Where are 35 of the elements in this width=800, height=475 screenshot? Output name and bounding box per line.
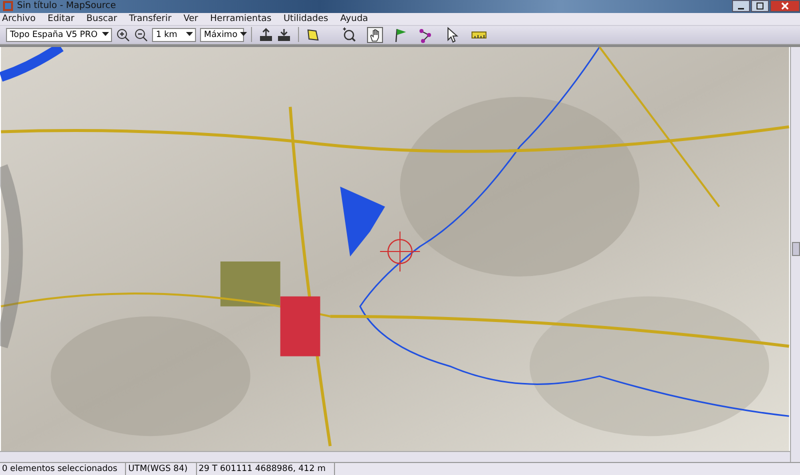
menu-item[interactable]: Buscar <box>86 14 118 24</box>
menu-item[interactable]: Ver <box>183 14 198 24</box>
scale-dropdown[interactable]: 1 km <box>152 28 196 42</box>
close-icon <box>781 2 789 10</box>
menu-item[interactable]: Transferir <box>129 14 172 24</box>
menu-item[interactable]: Ayuda <box>340 14 368 24</box>
coordinate-system: UTM(WGS 84) <box>126 463 197 475</box>
menu-item[interactable]: Archivo <box>2 14 36 24</box>
download-icon[interactable] <box>277 28 291 42</box>
zoom-in-icon[interactable] <box>116 28 130 42</box>
scrollbar-thumb[interactable] <box>792 242 800 256</box>
menu-item[interactable]: Editar <box>48 14 74 24</box>
detail-dropdown[interactable]: Máximo <box>200 28 244 42</box>
map-select-icon[interactable] <box>306 28 320 42</box>
coordinates: 29 T 601111 4688986, 412 m <box>196 463 335 475</box>
minimize-button[interactable] <box>732 0 750 12</box>
caret-icon[interactable] <box>186 32 193 38</box>
zoom-icon[interactable] <box>341 26 357 43</box>
pointer-icon[interactable] <box>445 26 461 43</box>
app-icon <box>3 1 13 12</box>
vertical-scrollbar[interactable] <box>790 47 800 462</box>
caret-icon[interactable] <box>102 32 109 38</box>
close-button[interactable] <box>770 0 800 12</box>
horizontal-scrollbar[interactable] <box>0 451 790 462</box>
hand-icon[interactable] <box>367 26 383 43</box>
menu-item[interactable]: Herramientas <box>210 14 272 24</box>
caret-icon[interactable] <box>240 32 248 38</box>
status-text: 0 elementos seleccionados <box>0 463 126 475</box>
zoom-out-icon[interactable] <box>134 28 148 42</box>
map-product-dropdown[interactable]: Topo España V5 PRO <box>6 28 112 42</box>
menu-item[interactable]: Utilidades <box>283 14 328 24</box>
window-title: Sin título - MapSource <box>17 1 116 12</box>
upload-icon[interactable] <box>259 28 273 42</box>
maximize-icon <box>756 2 764 10</box>
maximize-button[interactable] <box>751 0 769 12</box>
